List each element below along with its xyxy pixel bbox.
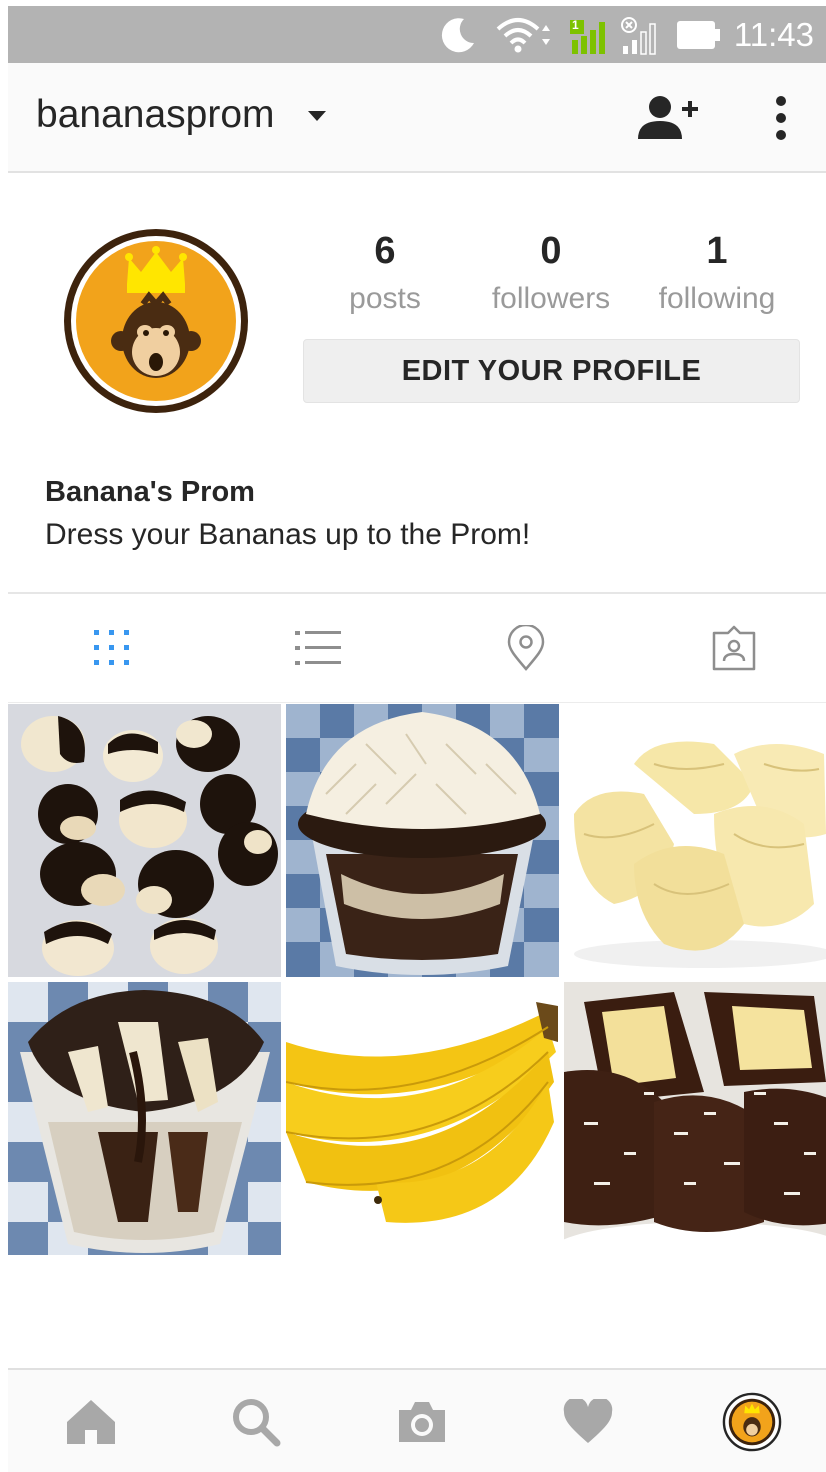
profile-avatar-icon[interactable] (722, 1392, 782, 1452)
grid-view-tab[interactable] (84, 620, 140, 676)
bottom-navigation (8, 1368, 826, 1472)
home-icon[interactable] (61, 1392, 121, 1452)
search-icon[interactable] (226, 1392, 286, 1452)
divider (8, 592, 826, 594)
posts-count: 6 (374, 230, 396, 272)
followers-label: followers (491, 282, 611, 315)
following-count: 1 (706, 230, 728, 272)
tagged-view-tab[interactable] (706, 620, 762, 676)
username-switcher[interactable]: bananasprom (36, 93, 275, 137)
moon-icon (438, 6, 478, 63)
posts-label: posts (349, 282, 421, 315)
status-bar: 1 11:43 (8, 6, 826, 63)
tagged-photos-icon (712, 625, 756, 671)
stat-followers[interactable]: 0 followers (466, 228, 636, 316)
post-thumbnail-5[interactable] (286, 982, 559, 1255)
list-view-tab[interactable] (290, 620, 346, 676)
edit-profile-button[interactable]: EDIT YOUR PROFILE (303, 339, 800, 403)
more-vert-icon[interactable] (766, 93, 796, 143)
post-thumbnail-1[interactable] (8, 704, 281, 977)
post-thumbnail-2[interactable] (286, 704, 559, 977)
divider (8, 702, 826, 703)
heart-icon[interactable] (558, 1392, 618, 1452)
clock: 11:43 (733, 16, 814, 53)
sim-badge: 1 (572, 18, 579, 32)
profile-avatar[interactable] (63, 228, 249, 414)
location-pin-icon (507, 625, 545, 671)
signal-sim2-icon (620, 6, 664, 63)
post-thumbnail-6[interactable] (564, 982, 826, 1255)
display-name: Banana's Prom (45, 476, 255, 508)
signal-sim1-icon: 1 (568, 6, 614, 63)
add-user-icon[interactable] (638, 93, 702, 143)
chevron-down-icon[interactable] (308, 111, 326, 121)
post-thumbnail-4[interactable] (8, 982, 281, 1255)
battery-icon (676, 6, 722, 63)
profile-header: bananasprom (8, 63, 826, 173)
map-view-tab[interactable] (498, 620, 554, 676)
list-icon (295, 631, 341, 665)
post-thumbnail-3[interactable] (564, 704, 826, 977)
stat-posts[interactable]: 6 posts (300, 228, 470, 316)
wifi-icon (496, 6, 556, 63)
bio-text: Dress your Bananas up to the Prom! (45, 518, 531, 551)
stat-following[interactable]: 1 following (632, 228, 802, 316)
followers-count: 0 (540, 230, 562, 272)
following-label: following (658, 282, 776, 315)
grid-icon (94, 630, 129, 665)
camera-icon[interactable] (392, 1392, 452, 1452)
app-screen: 1 11:43 bananasprom 6 posts 0 followers … (8, 6, 826, 1472)
